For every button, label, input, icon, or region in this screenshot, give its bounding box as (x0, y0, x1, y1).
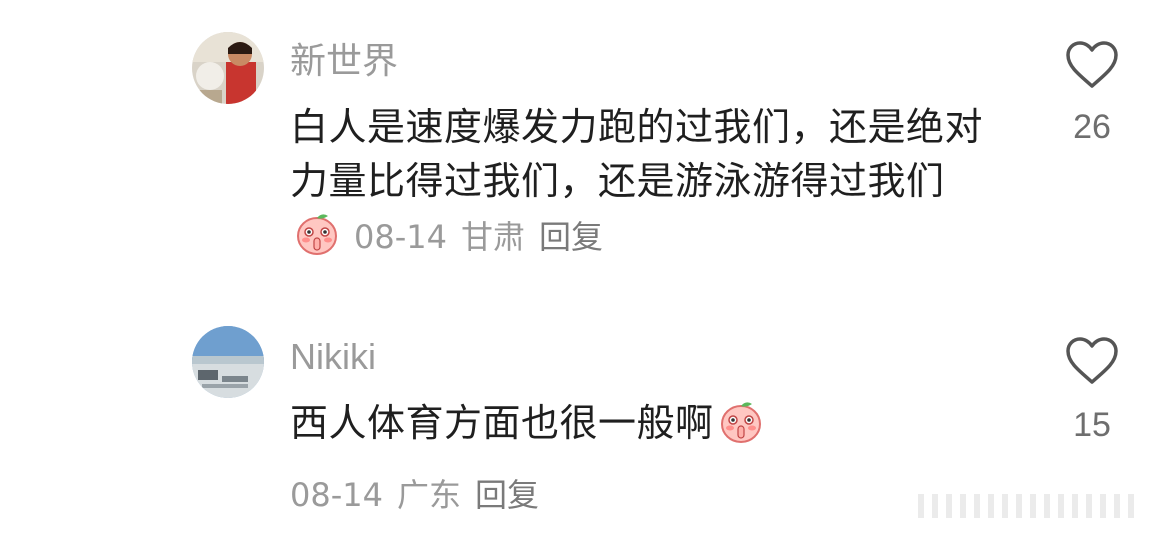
comment-location: 广东 (396, 476, 461, 514)
watermark (918, 488, 1158, 524)
like-count: 15 (1073, 406, 1111, 444)
comment-date: 08-14 (290, 476, 383, 514)
reply-button[interactable]: 回复 (475, 476, 539, 514)
comment-username[interactable]: Nikiki (290, 335, 376, 379)
comment-date: 08-14 (354, 218, 447, 256)
comment-body: 白人是速度爆发力跑的过我们，还是绝对力量比得过我们，还是游泳游得过我们 08-1… (290, 100, 990, 264)
like-count: 26 (1073, 108, 1111, 146)
comment-location: 甘肃 (460, 218, 525, 256)
peach-face-emoji-icon (294, 210, 340, 256)
like-control[interactable]: 15 (1052, 336, 1132, 445)
comment-meta: 08-14 甘肃 回复 (340, 218, 603, 256)
comment-meta: 08-14 广东 回复 (290, 470, 539, 516)
like-control[interactable]: 26 (1052, 40, 1132, 147)
comment-body: 西人体育方面也很一般啊 (290, 396, 990, 450)
reply-button[interactable]: 回复 (539, 218, 603, 256)
heart-outline-icon[interactable] (1052, 40, 1132, 90)
comment-username[interactable]: 新世界 (290, 40, 398, 84)
heart-outline-icon[interactable] (1052, 336, 1132, 386)
avatar[interactable] (192, 32, 264, 104)
avatar[interactable] (192, 326, 264, 398)
comment-text: 白人是速度爆发力跑的过我们，还是绝对力量比得过我们，还是游泳游得过我们 (290, 105, 984, 203)
comment-text: 西人体育方面也很一般啊 (290, 401, 714, 445)
peach-face-emoji-icon (718, 398, 764, 444)
